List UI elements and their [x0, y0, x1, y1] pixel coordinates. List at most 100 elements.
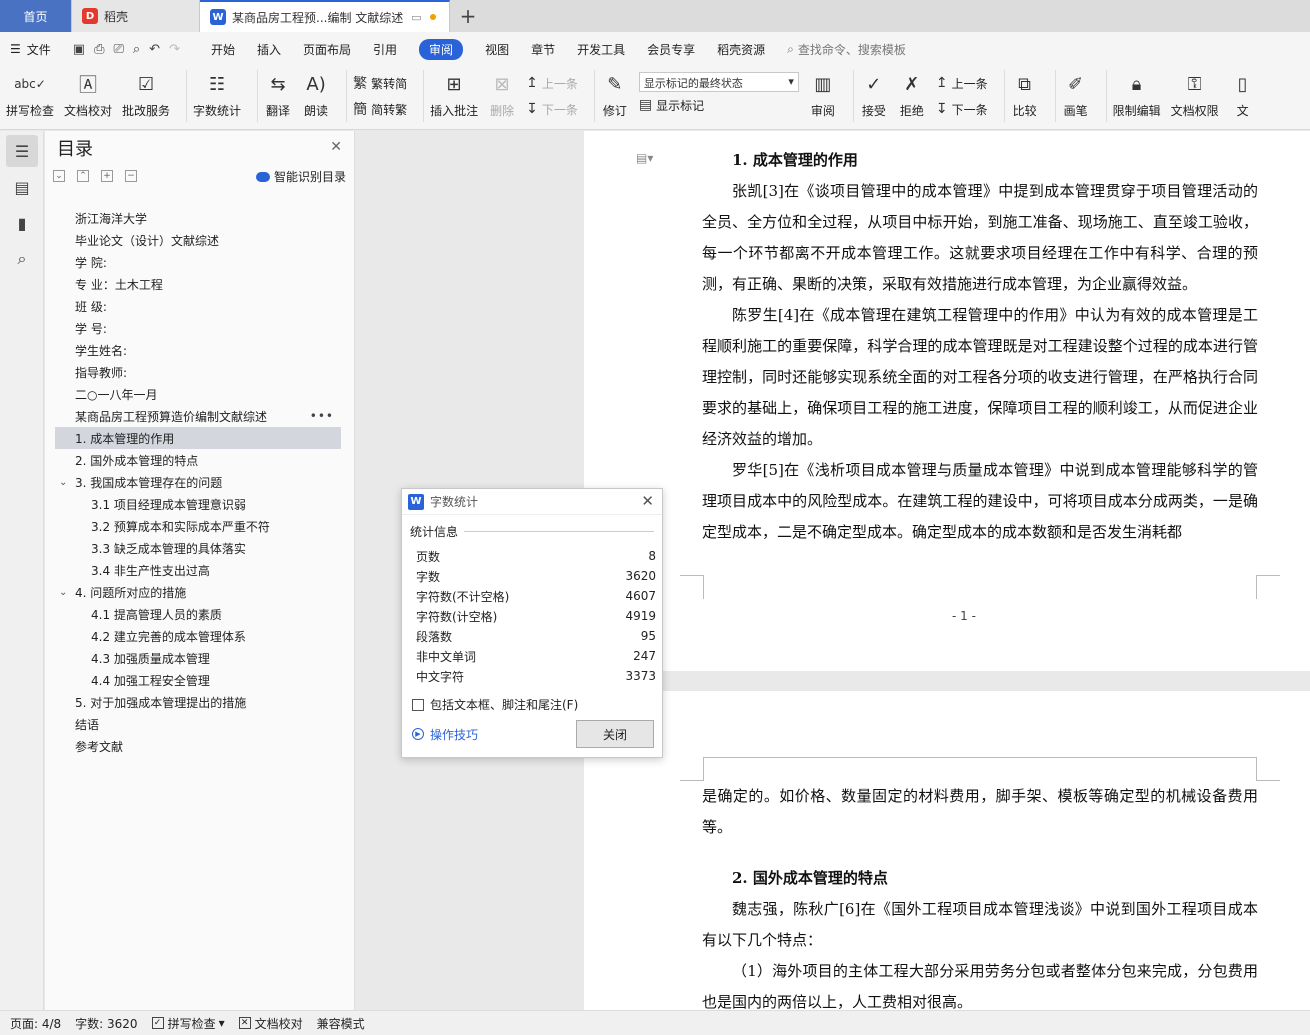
toc-item[interactable]: 毕业论文（设计）文献综述 — [45, 229, 354, 251]
expand-all-icon[interactable]: ⌃ — [77, 170, 89, 182]
toc-item[interactable]: 班 级: — [45, 295, 354, 317]
document-page[interactable]: 是确定的。如价格、数量固定的材料费用，脚手架、模板等确定型的机械设备费用等。 2… — [584, 691, 1310, 1010]
toc-item[interactable]: 4.2 建立完善的成本管理体系 — [45, 625, 354, 647]
menu-item[interactable]: 引用 — [373, 41, 397, 58]
menu-item[interactable]: 页面布局 — [303, 41, 351, 58]
toc-item[interactable]: 2. 国外成本管理的特点 — [45, 449, 354, 471]
toc-item[interactable]: 结语 — [45, 713, 354, 735]
word-count-button[interactable]: ☷ 字数统计 — [193, 70, 241, 119]
prev-revision-button[interactable]: ↥ 上一条 — [936, 70, 988, 96]
toc-item[interactable]: 4.4 加强工程安全管理 — [45, 669, 354, 691]
spell-check-status[interactable]: ✓ 拼写检查 ▾ — [151, 1015, 225, 1032]
export-icon[interactable]: ⎙ — [94, 42, 104, 57]
review-button[interactable]: ▥ 审阅 — [809, 70, 837, 119]
include-textbox-checkbox[interactable]: 包括文本框、脚注和尾注(F) — [412, 696, 662, 713]
toc-item[interactable]: 4.1 提高管理人员的素质 — [45, 603, 354, 625]
chapter-panel-icon[interactable]: ▤ — [6, 171, 38, 203]
proof-status[interactable]: ✕ 文档校对 — [238, 1015, 303, 1032]
menu-item[interactable]: 审阅 — [419, 38, 464, 60]
menu-item[interactable]: 会员专享 — [647, 41, 695, 58]
toc-item[interactable]: 5. 对于加强成本管理提出的措施 — [45, 691, 354, 713]
undo-icon[interactable]: ↶ — [149, 42, 160, 57]
menu-item[interactable]: 插入 — [257, 41, 281, 58]
toc-item[interactable]: 二○一八年一月 — [45, 383, 354, 405]
menu-item[interactable]: 开始 — [211, 41, 235, 58]
command-search[interactable]: ⌕ 查找命令、搜索模板 — [787, 41, 906, 58]
reject-button[interactable]: ✗ 拒绝 — [898, 70, 926, 119]
preview-icon[interactable]: ⌕ — [133, 42, 140, 57]
collapse-all-icon[interactable]: ⌄ — [53, 170, 65, 182]
page-indicator[interactable]: 页面: 4/8 — [10, 1015, 61, 1032]
toc-item[interactable]: 1. 成本管理的作用 — [55, 427, 341, 449]
tab-document[interactable]: W 某商品房工程预...编制 文献综述 ▭ — [200, 0, 450, 32]
toc-item[interactable]: ⌄ 3. 我国成本管理存在的问题 — [45, 471, 354, 493]
toc-panel-icon[interactable]: ☰ — [6, 135, 38, 167]
save-icon[interactable]: ▣ — [73, 42, 85, 57]
markup-select[interactable]: 显示标记的最终状态 ▾ — [638, 72, 799, 92]
tab-daoke[interactable]: D 稻壳 — [72, 0, 200, 32]
document-page[interactable]: ▤▾ 1. 成本管理的作用 张凯[3]在《谈项目管理中的成本管理》中提到成本管理… — [584, 131, 1310, 671]
annotate-service-button[interactable]: ☑ 批改服务 — [122, 70, 170, 119]
search-icon[interactable]: ⌕ — [6, 243, 38, 275]
toc-item[interactable]: 3.3 缺乏成本管理的具体落实 — [45, 537, 354, 559]
insert-comment-button[interactable]: ⊞ 插入批注 — [430, 70, 478, 119]
close-icon[interactable]: ✕ — [641, 492, 654, 510]
pen-button[interactable]: ✐ 画笔 — [1062, 70, 1090, 119]
doc-permission-button[interactable]: ⚿ 文档权限 — [1171, 70, 1219, 119]
next-comment-button[interactable]: ↧ 下一条 — [526, 96, 578, 122]
dialog-title-bar[interactable]: W 字数统计 ✕ — [402, 489, 662, 515]
monitor-icon[interactable]: ▭ — [411, 11, 421, 24]
tips-link[interactable]: ▶ 操作技巧 — [412, 726, 478, 743]
show-markup-button[interactable]: ▤ 显示标记 — [639, 92, 799, 118]
menu-item[interactable]: 开发工具 — [577, 41, 625, 58]
simp-to-trad-button[interactable]: 簡简转繁 — [353, 96, 407, 122]
revise-button[interactable]: ✎ 修订 — [601, 70, 629, 119]
compare-button[interactable]: ⧉ 比较 — [1011, 70, 1039, 119]
doc-options-icon[interactable]: ▤▾ — [636, 151, 653, 165]
remove-level-icon[interactable]: − — [125, 170, 137, 182]
next-revision-button[interactable]: ↧ 下一条 — [936, 96, 988, 122]
toc-item[interactable]: 某商品房工程预算造价编制文献综述 ••• — [45, 405, 354, 427]
redo-icon[interactable]: ↷ — [169, 42, 180, 57]
menu-item[interactable]: 稻壳资源 — [717, 41, 765, 58]
close-icon[interactable]: ✕ — [330, 139, 342, 155]
restrict-edit-button[interactable]: 🔒︎ 限制编辑 — [1113, 70, 1161, 119]
doc-more-button[interactable]: ▯ 文 — [1229, 70, 1257, 119]
spell-check-button[interactable]: abc✓ 拼写检查 — [6, 70, 54, 119]
checkbox-box[interactable] — [412, 698, 424, 711]
next-comment-label: 下一条 — [541, 102, 578, 117]
word-count-indicator[interactable]: 字数: 3620 — [75, 1015, 137, 1032]
toc-item[interactable]: 3.4 非生产性支出过高 — [45, 559, 354, 581]
delete-comment-button[interactable]: ⊠ 删除 — [488, 70, 516, 119]
new-tab-button[interactable]: + — [450, 0, 486, 32]
toc-item[interactable]: ⌄ 4. 问题所对应的措施 — [45, 581, 354, 603]
prev-comment-button[interactable]: ↥ 上一条 — [526, 70, 578, 96]
toc-item[interactable]: 学 号: — [45, 317, 354, 339]
menu-item[interactable]: 章节 — [531, 41, 555, 58]
read-aloud-button[interactable]: A) 朗读 — [302, 70, 330, 119]
menu-item[interactable]: 视图 — [485, 41, 509, 58]
close-button[interactable]: 关闭 — [576, 720, 654, 748]
translate-button[interactable]: ⇆ 翻译 — [264, 70, 292, 119]
toc-item[interactable]: 指导教师: — [45, 361, 354, 383]
file-menu[interactable]: ☰ 文件 — [10, 41, 51, 58]
trad-to-simp-button[interactable]: 繁繁转简 — [353, 70, 407, 96]
chevron-down-icon[interactable]: ⌄ — [59, 587, 67, 598]
chevron-down-icon[interactable]: ⌄ — [59, 477, 67, 488]
print-icon[interactable]: ⎚ — [113, 42, 123, 57]
toc-item[interactable]: 4.3 加强质量成本管理 — [45, 647, 354, 669]
toc-item[interactable]: 学 院: — [45, 251, 354, 273]
bookmark-icon[interactable]: ▮ — [6, 207, 38, 239]
smart-toc-button[interactable]: 智能识别目录 — [255, 168, 346, 185]
toc-item[interactable]: 3.1 项目经理成本管理意识弱 — [45, 493, 354, 515]
toc-item[interactable]: 专 业：土木工程 — [45, 273, 354, 295]
toc-item[interactable]: 参考文献 — [45, 735, 354, 757]
add-level-icon[interactable]: + — [101, 170, 113, 182]
more-icon[interactable]: ••• — [310, 409, 334, 423]
doc-proof-button[interactable]: 🄰 文档校对 — [64, 70, 112, 119]
toc-item[interactable]: 3.2 预算成本和实际成本严重不符 — [45, 515, 354, 537]
toc-item[interactable]: 学生姓名: — [45, 339, 354, 361]
accept-button[interactable]: ✓ 接受 — [860, 70, 888, 119]
tab-home[interactable]: 首页 — [0, 0, 72, 32]
toc-item[interactable]: 浙江海洋大学 — [45, 207, 354, 229]
